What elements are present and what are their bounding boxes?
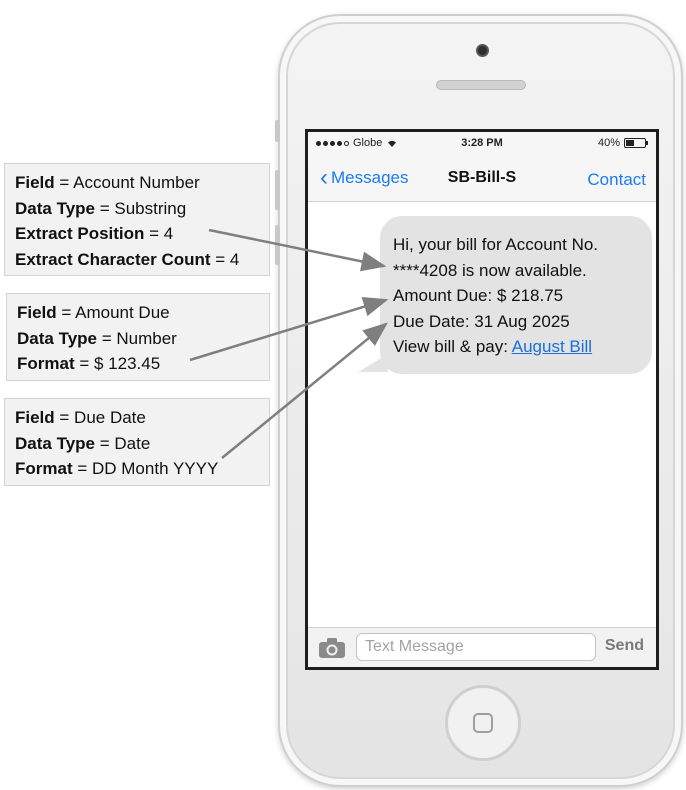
account-number-arrow	[208, 228, 387, 272]
due-date-arrow	[221, 322, 388, 459]
amount-due-arrow	[189, 297, 389, 362]
connector-arrows	[189, 228, 389, 459]
